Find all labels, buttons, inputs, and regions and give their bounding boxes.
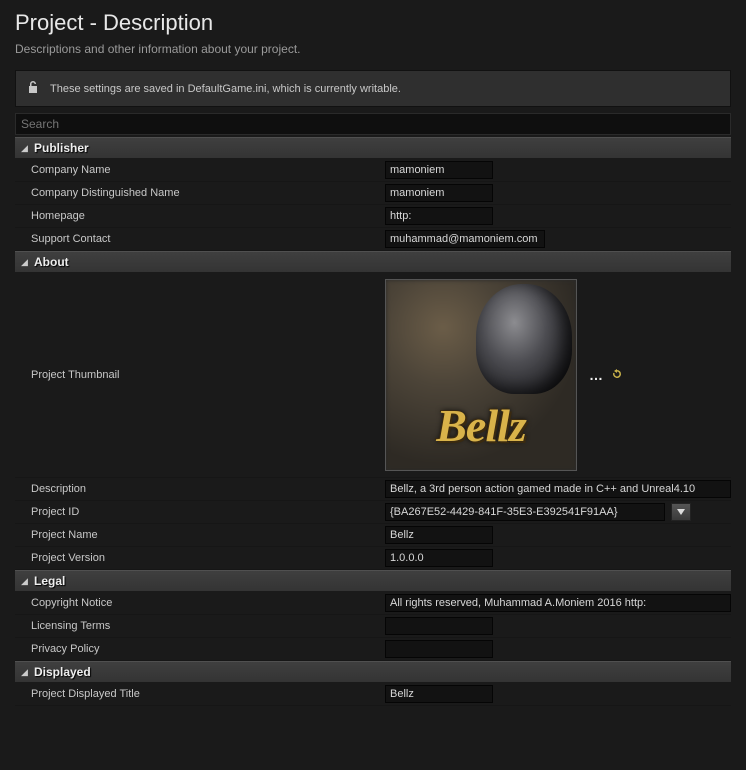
project-id-dropdown-button[interactable] [671,503,691,521]
browse-button[interactable]: … [589,367,603,383]
banner-text: These settings are saved in DefaultGame.… [50,83,401,95]
row-privacy-policy: Privacy Policy [15,638,731,661]
label-project-version: Project Version [15,552,385,564]
row-project-name: Project Name [15,524,731,547]
input-description[interactable] [385,480,731,498]
page-subtitle: Descriptions and other information about… [15,42,731,56]
section-header-publisher[interactable]: ◢ Publisher [15,137,731,159]
section-header-displayed[interactable]: ◢ Displayed [15,661,731,683]
input-project-name[interactable] [385,526,493,544]
chevron-down-icon: ◢ [21,576,30,587]
input-licensing-terms[interactable] [385,617,493,635]
chevron-down-icon: ◢ [21,257,30,268]
label-company-name: Company Name [15,164,385,176]
chevron-down-icon: ◢ [21,143,30,154]
section-title: Displayed [34,665,91,679]
label-licensing-terms: Licensing Terms [15,620,385,632]
row-project-id: Project ID [15,501,731,524]
search-input[interactable] [15,113,731,135]
label-project-displayed-title: Project Displayed Title [15,688,385,700]
page-title: Project - Description [15,10,731,36]
section-title: Legal [34,574,65,588]
input-company-distinguished-name[interactable] [385,184,493,202]
row-copyright-notice: Copyright Notice [15,592,731,615]
input-project-id[interactable] [385,503,665,521]
input-support-contact[interactable] [385,230,545,248]
input-copyright-notice[interactable] [385,594,731,612]
thumbnail-logo-text: Bellz [386,399,576,452]
section-displayed: ◢ Displayed Project Displayed Title [15,661,731,706]
section-header-legal[interactable]: ◢ Legal [15,570,731,592]
unlock-icon [26,80,40,97]
row-project-version: Project Version [15,547,731,570]
info-banner: These settings are saved in DefaultGame.… [15,70,731,107]
section-publisher: ◢ Publisher Company Name Company Disting… [15,137,731,251]
section-legal: ◢ Legal Copyright Notice Licensing Terms… [15,570,731,661]
row-company-name: Company Name [15,159,731,182]
label-project-name: Project Name [15,529,385,541]
section-header-about[interactable]: ◢ About [15,251,731,273]
label-company-distinguished-name: Company Distinguished Name [15,187,385,199]
row-company-distinguished-name: Company Distinguished Name [15,182,731,205]
section-title: Publisher [34,141,89,155]
section-about: ◢ About Project Thumbnail Bellz … Descri… [15,251,731,570]
row-support-contact: Support Contact [15,228,731,251]
input-privacy-policy[interactable] [385,640,493,658]
row-homepage: Homepage [15,205,731,228]
input-company-name[interactable] [385,161,493,179]
label-project-thumbnail: Project Thumbnail [15,369,385,381]
section-title: About [34,255,69,269]
row-project-thumbnail: Project Thumbnail Bellz … [15,273,731,478]
project-thumbnail-image[interactable]: Bellz [385,279,577,471]
input-homepage[interactable] [385,207,493,225]
label-homepage: Homepage [15,210,385,222]
row-description: Description [15,478,731,501]
search-box [15,113,731,135]
label-copyright-notice: Copyright Notice [15,597,385,609]
row-project-displayed-title: Project Displayed Title [15,683,731,706]
label-privacy-policy: Privacy Policy [15,643,385,655]
label-project-id: Project ID [15,506,385,518]
input-project-displayed-title[interactable] [385,685,493,703]
label-support-contact: Support Contact [15,233,385,245]
page-header: Project - Description Descriptions and o… [0,0,746,64]
input-project-version[interactable] [385,549,493,567]
reset-to-default-icon[interactable] [611,368,623,383]
row-licensing-terms: Licensing Terms [15,615,731,638]
chevron-down-icon: ◢ [21,667,30,678]
label-description: Description [15,483,385,495]
